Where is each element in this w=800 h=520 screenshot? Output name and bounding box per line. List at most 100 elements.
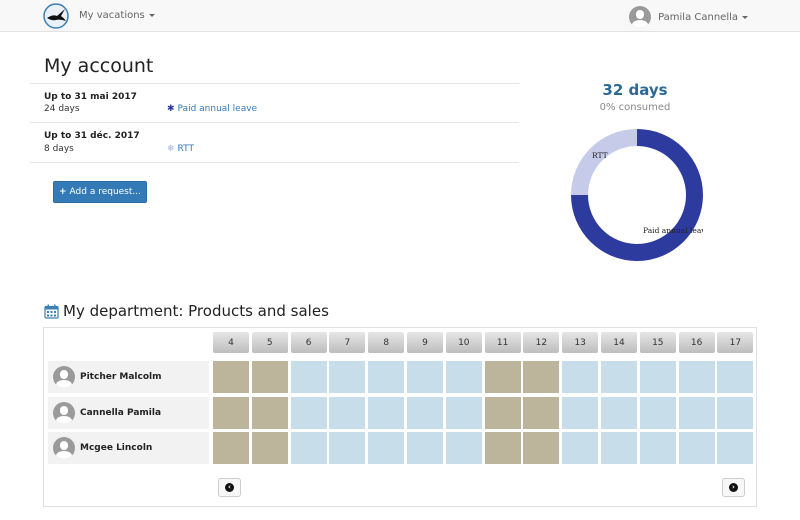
day-cell-work[interactable] [445,361,482,393]
employee-name: Pitcher Malcolm [80,372,162,382]
day-header: 17 [717,332,754,353]
day-cell-work[interactable] [445,432,482,464]
swallow-logo-icon[interactable] [43,3,69,29]
day-header: 10 [445,332,482,353]
day-cell-work[interactable] [329,361,366,393]
day-cell-off[interactable] [523,432,560,464]
department-heading: My department: Products and sales [44,302,329,320]
avatar-icon [53,366,75,388]
day-cell-off[interactable] [523,361,560,393]
day-header: 9 [407,332,443,353]
add-request-label: Add a request... [69,187,141,197]
day-header: 13 [562,332,599,353]
leave-type-label: Paid annual leave [177,104,258,114]
day-cell-off[interactable] [523,397,560,429]
period-title: Up to 31 déc. 2017 [44,131,140,141]
day-cell-work[interactable] [368,397,405,429]
employee-row[interactable]: Cannella Pamila [48,397,209,429]
department-title: My department: Products and sales [63,302,329,320]
calendar-icon [44,304,59,319]
page-title: My account [44,55,154,77]
day-cell-work[interactable] [407,397,443,429]
day-cell-work[interactable] [601,432,637,464]
day-cell-work[interactable] [639,397,676,429]
day-cell-work[interactable] [445,397,482,429]
day-cell-work[interactable] [368,432,405,464]
day-cell-off[interactable] [484,432,521,464]
user-name: Pamila Cannella [658,11,738,23]
day-cell-off[interactable] [213,432,249,464]
day-cell-work[interactable] [601,361,637,393]
day-cell-off[interactable] [251,432,288,464]
divider [30,162,519,163]
next-week-button[interactable]: › [722,478,745,497]
employee-name: Mcgee Lincoln [80,443,153,453]
day-cell-work[interactable] [329,432,366,464]
day-cell-work[interactable] [639,432,676,464]
leave-donut-chart: Paid annual leave RTT [571,129,703,261]
day-cell-work[interactable] [562,397,599,429]
period-title: Up to 31 mai 2017 [44,92,137,102]
day-cell-work[interactable] [678,432,715,464]
period-days: 24 days [44,104,80,114]
previous-week-button[interactable]: ‹ [218,478,241,497]
day-cell-off[interactable] [484,361,521,393]
day-header: 5 [251,332,288,353]
day-cell-work[interactable] [407,432,443,464]
caret-down-icon [148,13,155,17]
day-header: 11 [484,332,521,353]
day-cell-work[interactable] [407,361,443,393]
day-cell-work[interactable] [290,432,327,464]
day-cell-work[interactable] [290,397,327,429]
chevron-left-icon: ‹ [225,483,234,492]
avatar-icon [53,402,75,424]
paid-annual-leave-link[interactable]: ✱ Paid annual leave [167,104,257,114]
day-cell-work[interactable] [717,397,754,429]
day-cell-work[interactable] [717,432,754,464]
avatar-icon [53,437,75,459]
day-header: 16 [678,332,715,353]
day-header: 15 [639,332,676,353]
day-cell-work[interactable] [290,361,327,393]
day-cell-off[interactable] [213,397,249,429]
day-cell-work[interactable] [678,361,715,393]
asterisk-icon: ✱ [167,104,175,114]
top-navbar: My vacations Pamila Cannella [0,0,800,32]
day-cell-work[interactable] [639,361,676,393]
add-request-button[interactable]: + Add a request... [53,181,147,203]
donut-slice[interactable] [571,129,637,195]
employee-name: Cannella Pamila [80,408,162,418]
day-cell-off[interactable] [484,397,521,429]
rtt-link[interactable]: ❄ RTT [167,144,194,154]
day-cell-work[interactable] [562,361,599,393]
day-header: 4 [213,332,249,353]
chevron-right-icon: › [729,483,738,492]
total-days: 32 days [602,81,668,99]
snowflake-icon: ❄ [167,144,175,154]
day-cell-work[interactable] [562,432,599,464]
my-vacations-label: My vacations [79,10,145,21]
day-cell-work[interactable] [717,361,754,393]
user-avatar-icon [629,6,652,28]
day-header: 14 [601,332,637,353]
divider [30,83,519,84]
day-cell-work[interactable] [601,397,637,429]
plus-icon: + [58,187,67,197]
day-cell-work[interactable] [329,397,366,429]
day-cell-off[interactable] [251,397,288,429]
divider [30,122,519,123]
my-vacations-menu[interactable]: My vacations [79,10,155,21]
day-cell-work[interactable] [678,397,715,429]
consumed-percentage: 0% consumed [599,102,671,113]
user-menu[interactable]: Pamila Cannella [629,6,748,28]
day-cell-off[interactable] [251,361,288,393]
day-header: 7 [329,332,366,353]
employee-row[interactable]: Mcgee Lincoln [48,432,209,464]
day-cell-work[interactable] [368,361,405,393]
day-cell-off[interactable] [213,361,249,393]
day-header: 12 [523,332,560,353]
day-header: 6 [290,332,327,353]
caret-down-icon [742,15,748,19]
donut-slice-label: RTT [592,151,608,160]
employee-row[interactable]: Pitcher Malcolm [48,361,209,393]
